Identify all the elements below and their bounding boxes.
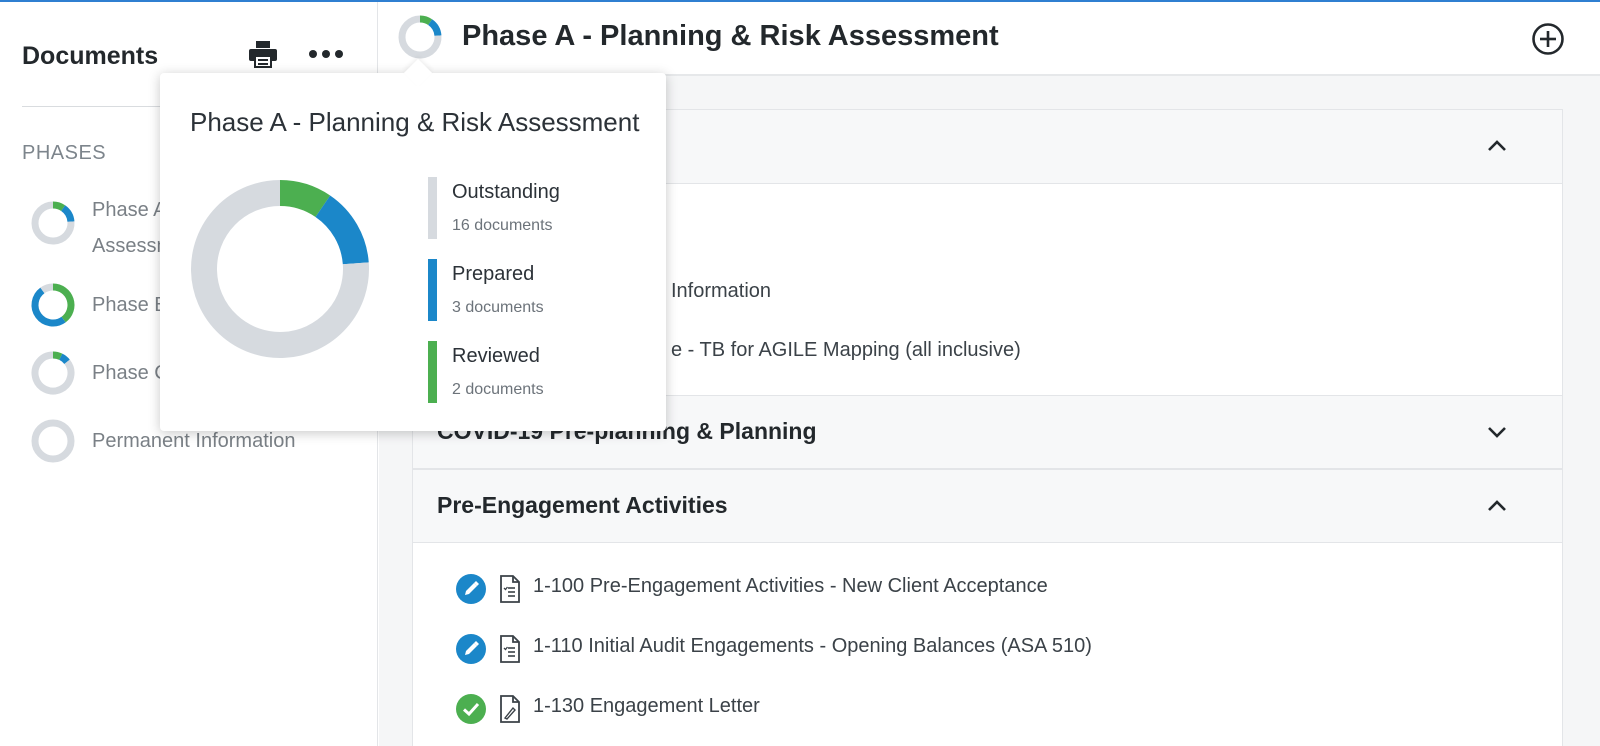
donut-slice-prepared	[315, 195, 369, 265]
document-row-text-partial[interactable]: e - TB for AGILE Mapping (all inclusive)	[671, 339, 1021, 362]
phases-section-label: PHASES	[22, 142, 107, 164]
sidebar-item-label: Phase B	[92, 294, 168, 316]
sidebar-header: Documents	[22, 36, 350, 76]
phase-summary-popover: Phase A - Planning & Risk Assessment Out…	[160, 58, 666, 431]
document-row[interactable]: 1-110 Initial Audit Engagements - Openin…	[413, 625, 1562, 675]
legend-count: 2 documents	[452, 381, 544, 398]
legend-label: Prepared	[452, 263, 535, 285]
document-title: 1-130 Engagement Letter	[533, 695, 760, 717]
sidebar-item-label: Phase A	[92, 199, 167, 221]
signed-document-icon	[500, 695, 520, 723]
progress-ring-icon	[398, 15, 442, 59]
document-row[interactable]: 1-100 Pre-Engagement Activities - New Cl…	[413, 565, 1562, 615]
ring-segment-reviewed	[52, 351, 63, 361]
ring-segment-reviewed	[52, 283, 75, 323]
legend-color-bar	[428, 259, 437, 321]
more-horizontal-icon	[309, 50, 343, 58]
main-header: Phase A - Planning & Risk Assessment	[379, 2, 1600, 76]
legend-label: Outstanding	[452, 181, 560, 203]
document-icon	[500, 635, 520, 663]
popover-title: Phase A - Planning & Risk Assessment	[190, 107, 640, 137]
print-button[interactable]	[248, 40, 278, 68]
legend-color-bar	[428, 341, 437, 403]
chevron-down-icon[interactable]	[1485, 422, 1509, 442]
ring-segment-prepared	[427, 19, 442, 37]
chevron-up-icon[interactable]	[1485, 136, 1509, 156]
ring-segment-outstanding	[40, 283, 54, 294]
legend-count: 3 documents	[452, 299, 544, 316]
document-row-text-partial[interactable]: Information	[671, 280, 771, 303]
page-title: Phase A - Planning & Risk Assessment	[462, 20, 999, 52]
sidebar-title: Documents	[22, 42, 159, 70]
ring-segment-reviewed	[419, 15, 433, 26]
document-row[interactable]: 1-130 Engagement Letter	[413, 685, 1562, 735]
print-icon	[249, 41, 277, 68]
legend-label: Reviewed	[452, 345, 540, 367]
pencil-icon	[456, 574, 486, 604]
ring-segment-prepared	[59, 353, 70, 365]
donut-slice-reviewed	[279, 180, 331, 218]
section-header-pre-engagement[interactable]: Pre-Engagement Activities	[413, 469, 1562, 543]
progress-ring-icon	[31, 351, 75, 395]
pencil-icon	[456, 634, 486, 664]
chevron-up-icon[interactable]	[1485, 496, 1509, 516]
legend-color-bar	[428, 177, 437, 239]
donut-chart	[191, 180, 369, 358]
plus-circle-icon	[1532, 23, 1564, 55]
legend-count: 16 documents	[452, 217, 553, 234]
ring-segment-reviewed	[52, 201, 66, 212]
add-button[interactable]	[1531, 22, 1565, 56]
ring-segment-prepared	[31, 287, 66, 327]
progress-ring-icon	[31, 283, 75, 327]
ring-segment-prepared	[60, 205, 75, 223]
more-options-button[interactable]	[308, 42, 344, 66]
document-title: 1-110 Initial Audit Engagements - Openin…	[533, 635, 1092, 657]
document-icon	[500, 575, 520, 603]
sidebar-item-label: Phase C	[92, 362, 169, 384]
document-title: 1-100 Pre-Engagement Activities - New Cl…	[533, 575, 1048, 597]
ring-segment-outstanding	[31, 419, 75, 463]
progress-ring-icon	[31, 201, 75, 245]
check-icon	[456, 694, 486, 724]
progress-ring-icon	[31, 419, 75, 463]
section-title: Pre-Engagement Activities	[437, 492, 728, 518]
